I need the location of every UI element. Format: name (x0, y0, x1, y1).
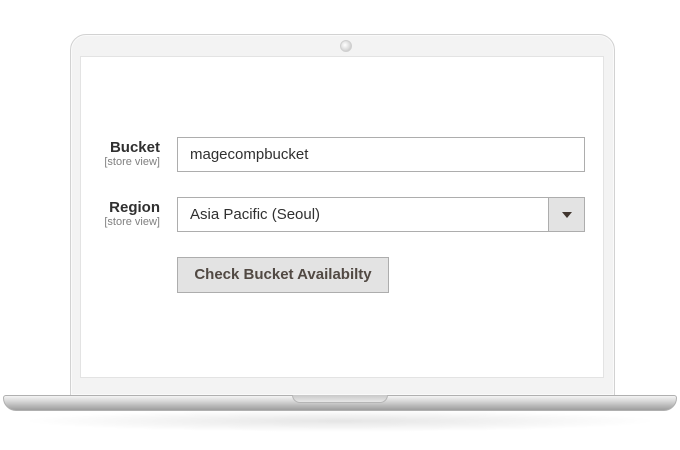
bucket-scope-text: [store view] (104, 156, 160, 168)
region-select-value: Asia Pacific (Seoul) (190, 206, 321, 223)
region-select[interactable]: Asia Pacific (Seoul) (177, 197, 585, 232)
region-label-text: Region (109, 199, 160, 216)
bucket-label-text: Bucket (109, 139, 160, 156)
check-bucket-availability-button[interactable]: Check Bucket Availabilty (177, 257, 389, 293)
stage: Bucket [store view] magecompbucket Regio… (0, 0, 680, 450)
region-scope-text: [store view] (104, 216, 160, 228)
region-label: Region [store view] (20, 199, 160, 229)
laptop-shadow (20, 410, 660, 432)
bucket-input[interactable]: magecompbucket (177, 137, 585, 172)
bucket-label: Bucket [store view] (20, 139, 160, 169)
camera-icon (340, 40, 352, 52)
region-select-toggle[interactable] (548, 198, 584, 231)
laptop-notch (292, 395, 388, 403)
bucket-input-value: magecompbucket (190, 146, 309, 163)
chevron-down-icon (562, 212, 572, 218)
